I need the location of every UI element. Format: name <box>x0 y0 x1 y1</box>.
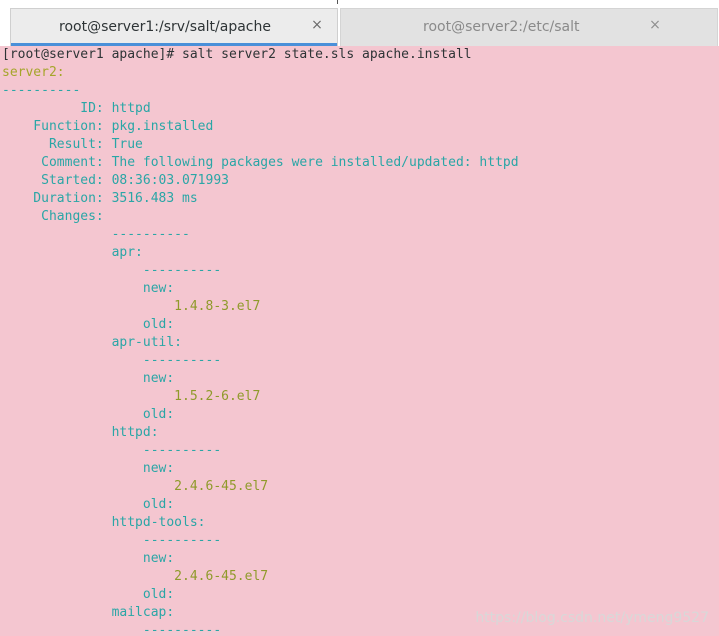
terminal-line: ---------- <box>2 83 81 98</box>
tab-server1[interactable]: root@server1:/srv/salt/apache × <box>10 8 338 46</box>
terminal-line: Result: True <box>2 137 143 152</box>
terminal-line: new: <box>2 461 175 476</box>
terminal-line: 2.4.6-45.el7 <box>2 569 269 584</box>
terminal-line: old: <box>2 497 175 512</box>
terminal-line: 2.4.6-45.el7 <box>2 479 269 494</box>
close-icon[interactable]: × <box>309 17 325 33</box>
terminal-line: new: <box>2 281 175 296</box>
terminal-line: new: <box>2 551 175 566</box>
terminal-line: Comment: The following packages were ins… <box>2 155 519 170</box>
terminal-line: ---------- <box>2 533 222 548</box>
terminal-line: [root@server1 apache]# salt server2 stat… <box>2 47 472 62</box>
terminal-line: ---------- <box>2 443 222 458</box>
terminal-line: apr: <box>2 245 143 260</box>
terminal-line: ---------- <box>2 263 222 278</box>
terminal-line: Changes: <box>2 209 104 224</box>
terminal-line: 1.4.8-3.el7 <box>2 299 261 314</box>
terminal-line: apr-util: <box>2 335 183 350</box>
terminal-line: ---------- <box>2 353 222 368</box>
tab-server1-title: root@server1:/srv/salt/apache <box>59 19 271 35</box>
terminal-line: ---------- <box>2 227 190 242</box>
cursor-mark <box>337 0 338 4</box>
terminal-line: old: <box>2 407 175 422</box>
terminal-line: Function: pkg.installed <box>2 119 214 134</box>
terminal-line: old: <box>2 587 175 602</box>
terminal-line: server2: <box>2 65 65 80</box>
terminal-line: httpd: <box>2 425 159 440</box>
tab-server2-title: root@server2:/etc/salt <box>423 19 580 35</box>
terminal-line: 1.5.2-6.el7 <box>2 389 261 404</box>
window-top-edge <box>0 0 719 8</box>
terminal-line: ID: httpd <box>2 101 151 116</box>
close-icon[interactable]: × <box>647 17 663 33</box>
terminal-line: ---------- <box>2 623 222 636</box>
terminal-line: httpd-tools: <box>2 515 206 530</box>
terminal-line: mailcap: <box>2 605 175 620</box>
tab-server2[interactable]: root@server2:/etc/salt × <box>340 8 718 46</box>
terminal-line: old: <box>2 317 175 332</box>
terminal-line: Started: 08:36:03.071993 <box>2 173 229 188</box>
terminal-line: new: <box>2 371 175 386</box>
terminal-line: Duration: 3516.483 ms <box>2 191 198 206</box>
terminal-output[interactable]: [root@server1 apache]# salt server2 stat… <box>0 46 719 636</box>
watermark: https://blog.csdn.net/ymeng9527 <box>475 610 709 626</box>
